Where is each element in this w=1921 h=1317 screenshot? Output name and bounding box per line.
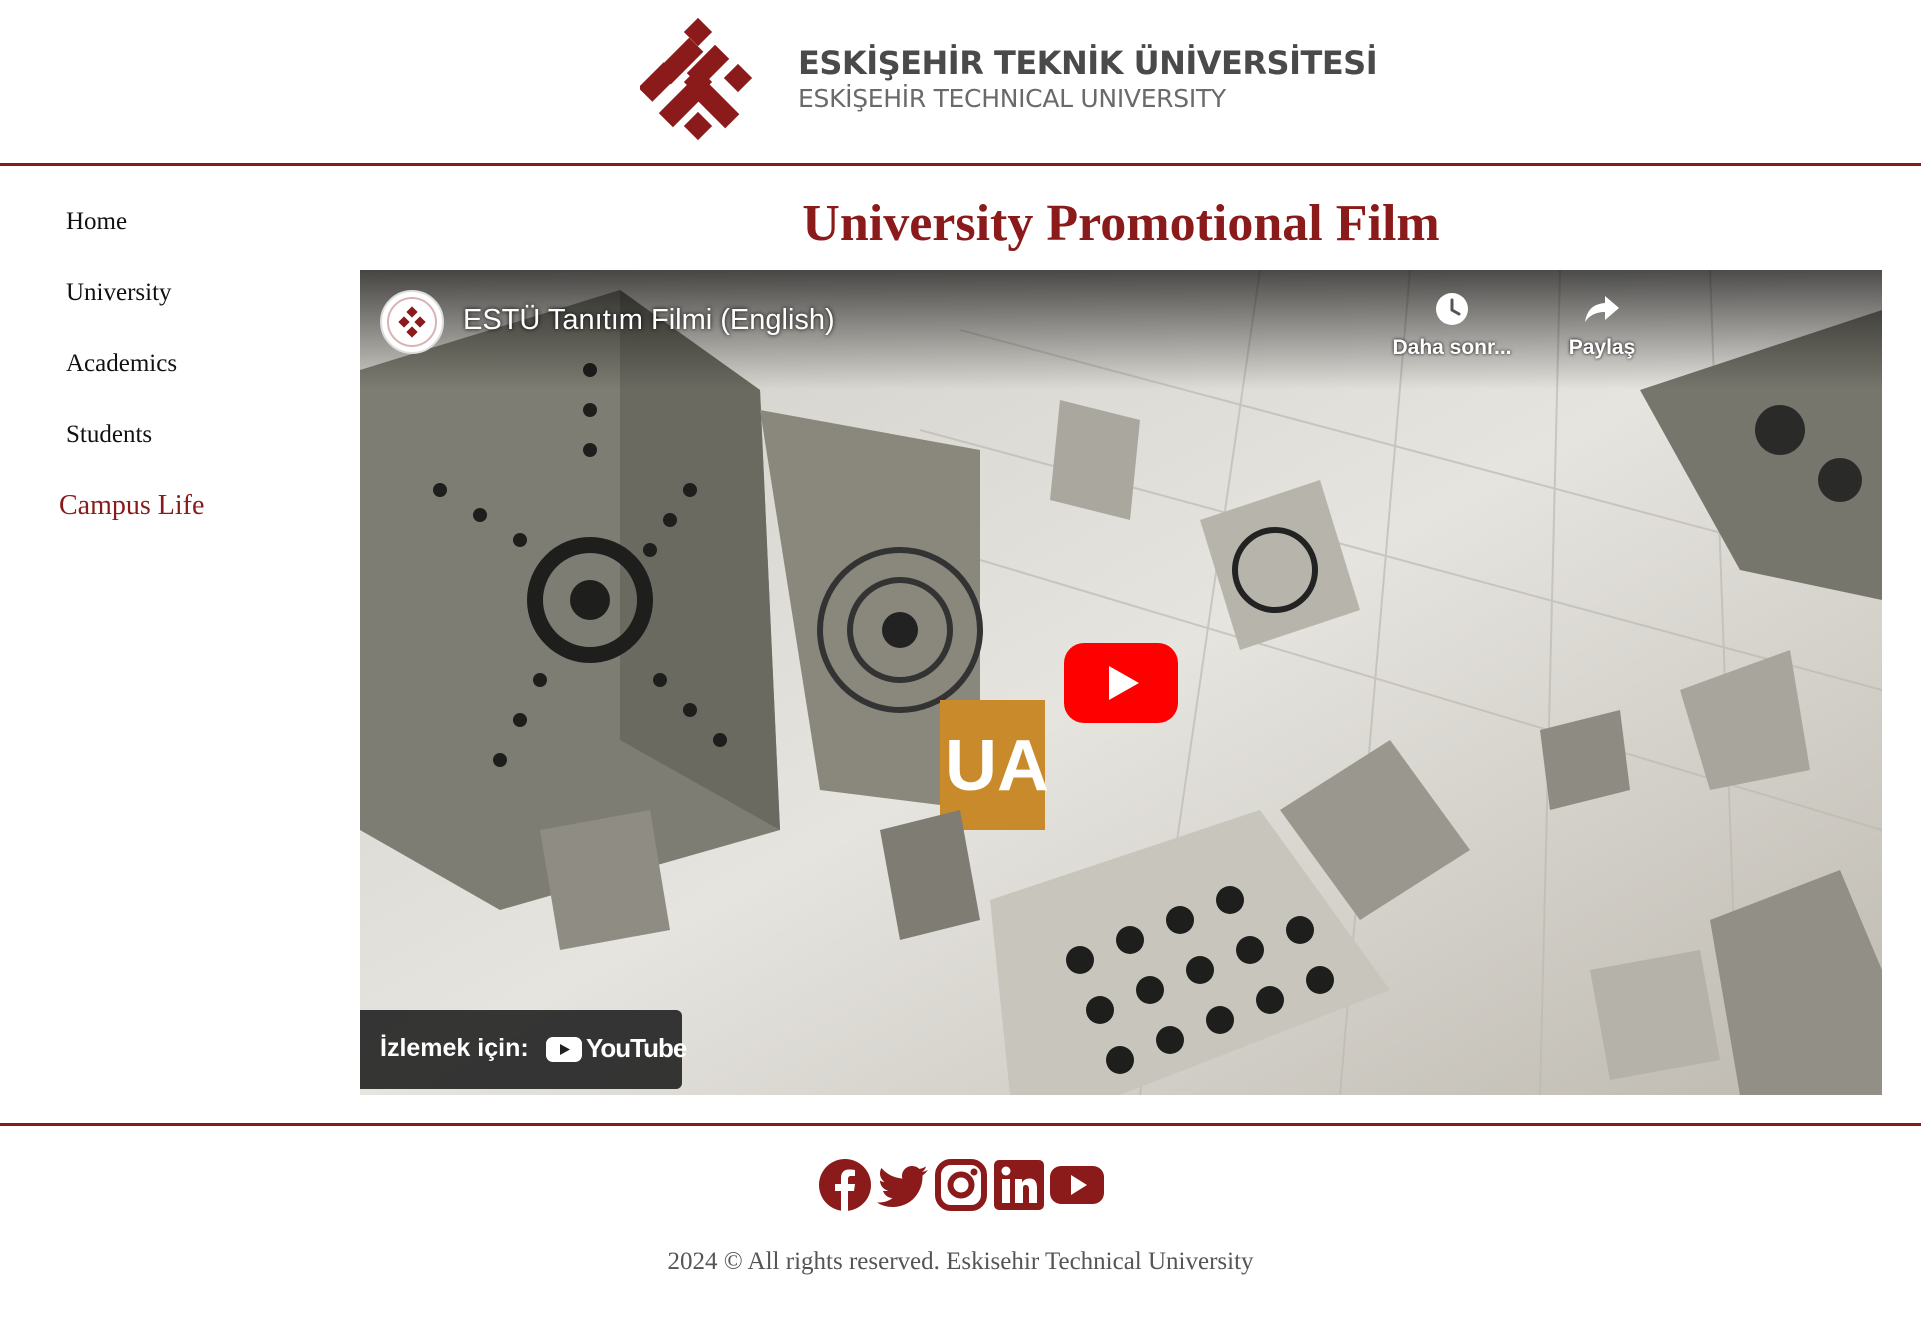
video-player[interactable]: UA ESTÜ Tanıtım Filmi (English) Daha son… [360, 270, 1882, 1095]
share-arrow-icon [1585, 296, 1619, 322]
watch-later-button[interactable]: Daha sonr... [1382, 290, 1522, 360]
page-title: University Promotional Film [802, 195, 1440, 252]
play-button-icon[interactable] [1064, 643, 1178, 723]
logo-text-turkish: ESKİŞEHİR TEKNİK ÜNİVERSİTESİ [798, 44, 1378, 82]
watch-later-label: Daha sonr... [1392, 336, 1512, 359]
watch-on-youtube-button[interactable]: İzlemek için: YouTube [360, 1010, 687, 1089]
social-links [818, 1158, 1104, 1214]
share-label: Paylaş [1568, 336, 1636, 359]
sidebar-item-university[interactable]: University [66, 279, 172, 307]
facebook-icon[interactable] [818, 1158, 872, 1212]
footer-divider [0, 1123, 1921, 1126]
university-logo[interactable]: ESKİŞEHİR TEKNİK ÜNİVERSİTESİ ESKİŞEHİR … [640, 16, 1378, 150]
channel-avatar[interactable] [380, 290, 444, 354]
copyright-text: 2024 © All rights reserved. Eskisehir Te… [667, 1248, 1254, 1275]
youtube-wordmark: YouTube [586, 1033, 687, 1063]
logo-text-english: ESKİŞEHİR TECHNICAL UNIVERSITY [798, 84, 1226, 113]
twitter-icon[interactable] [876, 1158, 930, 1212]
linkedin-icon[interactable] [992, 1158, 1046, 1212]
youtube-icon[interactable] [1050, 1158, 1104, 1212]
channel-logo-icon [387, 297, 437, 347]
sidebar-item-students[interactable]: Students [66, 421, 152, 449]
university-logo-mark-icon [640, 17, 753, 141]
sidebar-item-home[interactable]: Home [66, 208, 127, 236]
svg-text:UA: UA [945, 726, 1049, 806]
instagram-icon[interactable] [934, 1158, 988, 1212]
clock-icon [1436, 293, 1468, 325]
watch-on-label: İzlemek için: [380, 1034, 529, 1062]
sidebar-item-academics[interactable]: Academics [66, 350, 177, 378]
site-header: ESKİŞEHİR TEKNİK ÜNİVERSİTESİ ESKİŞEHİR … [0, 0, 1921, 166]
sidebar-item-campus-life[interactable]: Campus Life [59, 490, 204, 522]
youtube-logo-icon [546, 1037, 582, 1062]
video-title[interactable]: ESTÜ Tanıtım Filmi (English) [463, 304, 835, 337]
share-button[interactable]: Paylaş [1532, 290, 1672, 360]
